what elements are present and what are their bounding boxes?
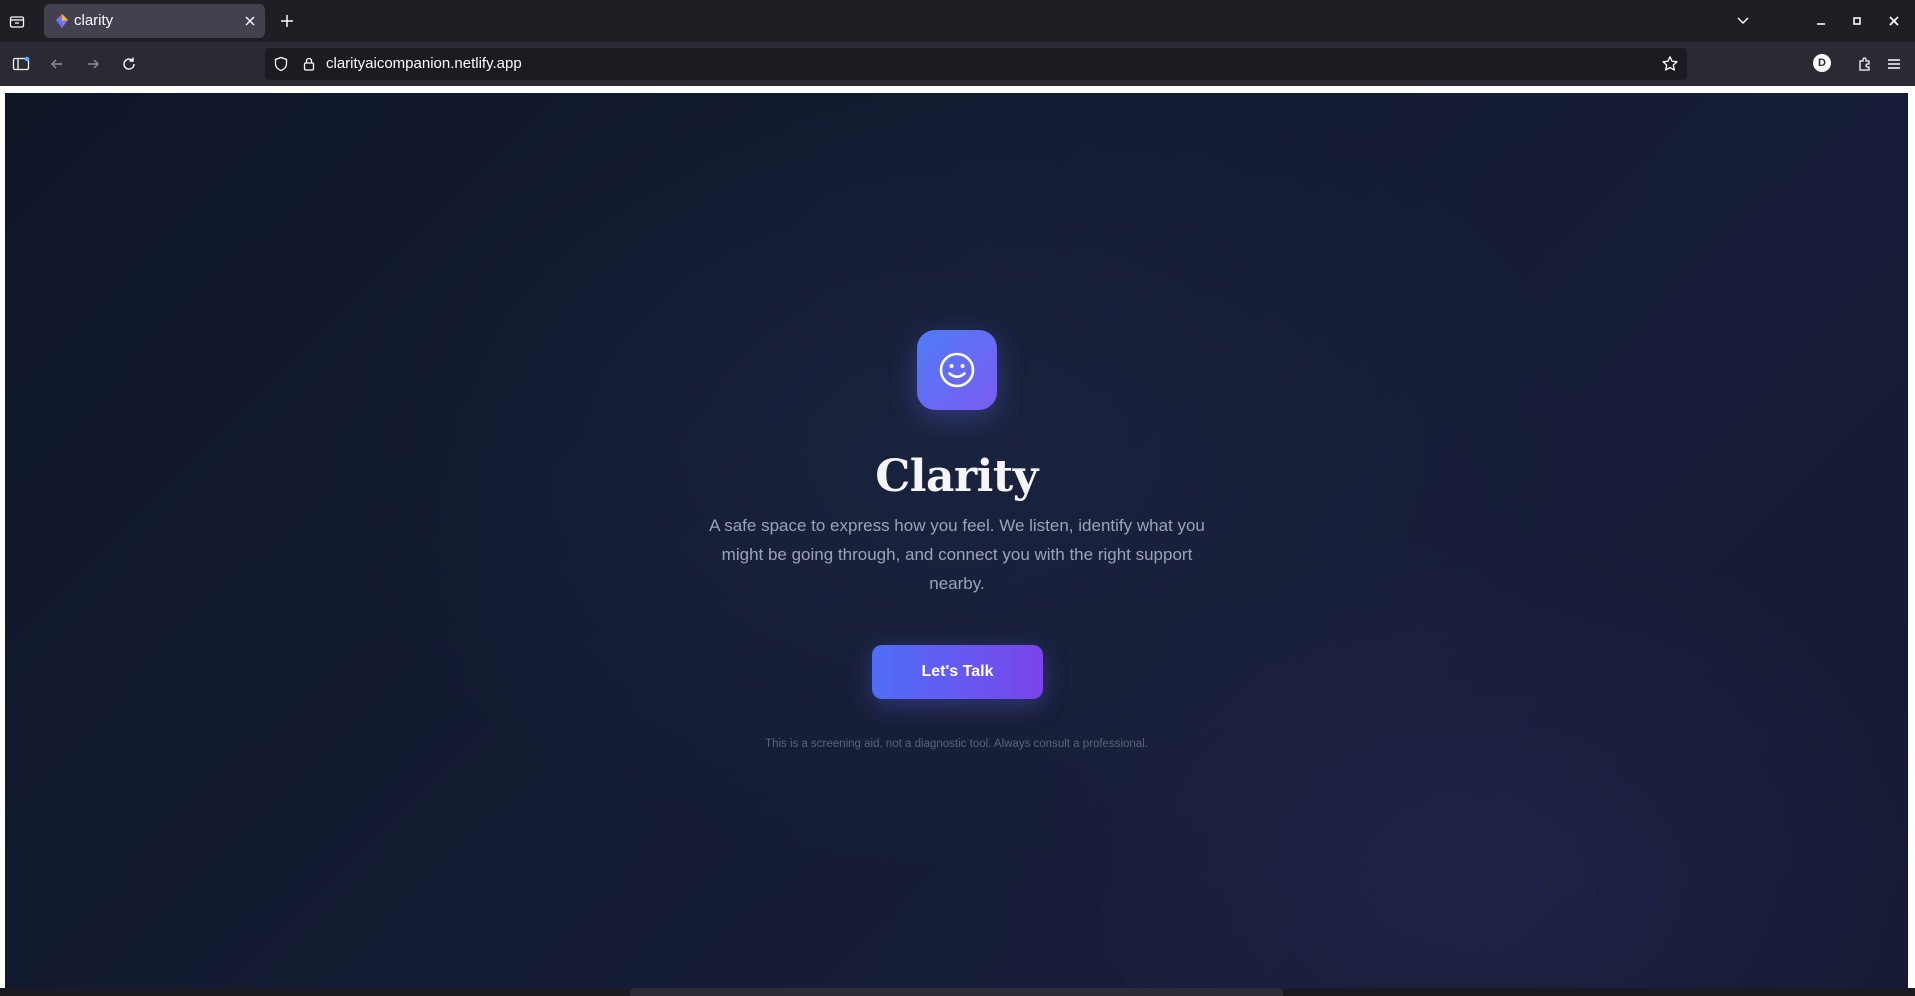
favicon-icon [54, 13, 70, 29]
close-window-icon[interactable] [1883, 10, 1905, 32]
maximize-icon[interactable] [1846, 10, 1868, 32]
scrollbar[interactable] [1908, 93, 1915, 988]
browser-window: clarity clarityaicompanion.netlify.app D… [0, 0, 1915, 996]
browser-tab[interactable]: clarity [44, 4, 265, 38]
url-bar[interactable]: clarityaicompanion.netlify.app [265, 48, 1687, 80]
tab-list-icon[interactable] [5, 11, 29, 33]
tagline: A safe space to express how you feel. We… [709, 516, 1205, 593]
lock-icon[interactable] [301, 56, 317, 72]
app-logo [917, 330, 997, 410]
tab-strip: clarity [0, 0, 1915, 42]
sidebar-icon[interactable] [9, 52, 33, 76]
taskbar-dock [630, 988, 1283, 996]
lets-talk-button[interactable]: Let's Talk [872, 645, 1043, 699]
back-arrow-icon[interactable] [45, 52, 69, 76]
new-tab-icon[interactable] [276, 10, 298, 32]
profile-avatar[interactable]: D [1813, 54, 1831, 72]
landing-page: Clarity A safe space to express how you … [5, 93, 1908, 988]
url-text[interactable]: clarityaicompanion.netlify.app [326, 55, 522, 72]
extensions-icon[interactable] [1853, 52, 1877, 76]
reload-icon[interactable] [117, 52, 141, 76]
app-title: Clarity [875, 451, 1038, 502]
shield-icon[interactable] [273, 56, 289, 72]
tab-title: clarity [74, 12, 114, 29]
close-tab-icon[interactable] [241, 12, 259, 30]
forward-arrow-icon[interactable] [81, 52, 105, 76]
page-viewport: Clarity A safe space to express how you … [0, 86, 1915, 988]
smiley-face-icon [939, 352, 975, 388]
disclaimer-text: This is a screening aid, not a diagnosti… [765, 738, 1148, 750]
nav-toolbar: clarityaicompanion.netlify.app [0, 42, 1915, 86]
menu-icon[interactable] [1882, 52, 1906, 76]
minimize-icon[interactable] [1810, 10, 1832, 32]
chevron-down-icon[interactable] [1733, 10, 1753, 30]
bookmark-star-icon[interactable] [1661, 55, 1679, 73]
